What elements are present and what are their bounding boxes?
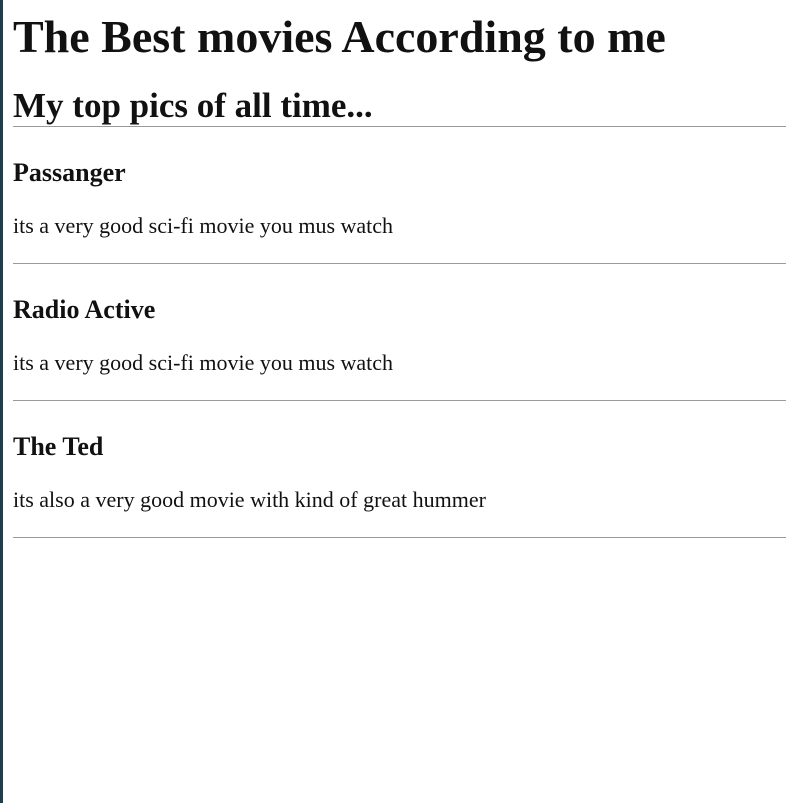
page-subtitle: My top pics of all time... [13, 86, 373, 125]
movie-title: Passanger [13, 158, 126, 187]
movie-description: its also a very good movie with kind of … [13, 487, 486, 512]
movie-item: The Ted its also a very good movie with … [13, 401, 786, 537]
page-title: The Best movies According to me [13, 11, 666, 62]
divider [13, 537, 786, 538]
movie-title: The Ted [13, 432, 104, 461]
movie-item: Passanger its a very good sci-fi movie y… [13, 127, 786, 263]
movie-title: Radio Active [13, 295, 156, 324]
page-content: The Best movies According to me My top p… [13, 0, 786, 538]
movie-item: Radio Active its a very good sci-fi movi… [13, 264, 786, 400]
movie-description: its a very good sci-fi movie you mus wat… [13, 350, 394, 375]
movie-description: its a very good sci-fi movie you mus wat… [13, 213, 394, 238]
window-left-border [0, 0, 3, 803]
